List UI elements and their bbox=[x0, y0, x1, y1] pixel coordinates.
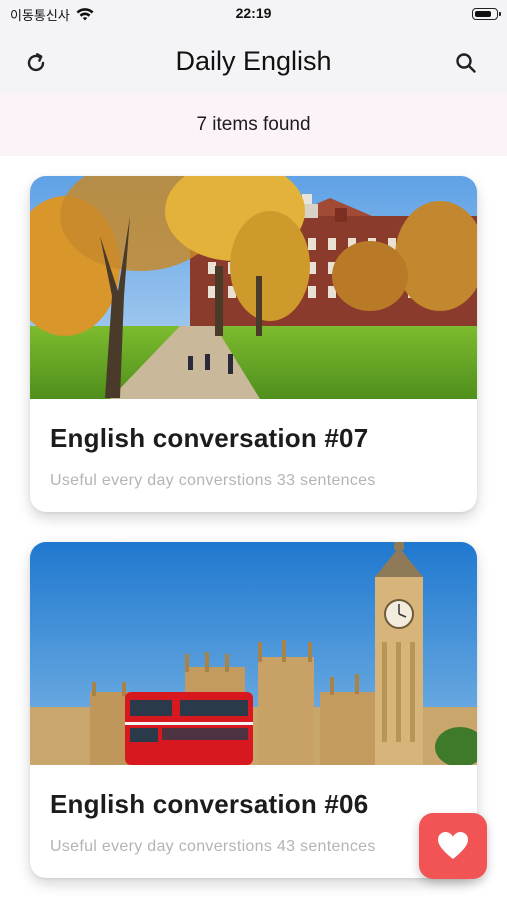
card-image-campus bbox=[30, 176, 477, 399]
results-count: 7 items found bbox=[196, 114, 311, 135]
status-time: 22:19 bbox=[235, 5, 272, 21]
battery-icon bbox=[472, 8, 501, 20]
status-bar: 이동통신사 22:19 bbox=[0, 0, 507, 30]
heart-icon bbox=[438, 832, 468, 859]
search-button[interactable] bbox=[451, 48, 481, 78]
lesson-card[interactable]: English conversation #07 Useful every da… bbox=[30, 176, 477, 512]
card-image-london bbox=[30, 542, 477, 765]
card-title: English conversation #07 bbox=[50, 423, 369, 453]
results-bar: 7 items found bbox=[0, 94, 507, 156]
search-icon bbox=[456, 53, 476, 73]
card-subtitle: Useful every day converstions 43 sentenc… bbox=[50, 838, 376, 855]
lesson-card[interactable]: English conversation #06 Useful every da… bbox=[30, 542, 477, 878]
card-subtitle: Useful every day converstions 33 sentenc… bbox=[50, 472, 376, 489]
favorites-button[interactable] bbox=[419, 813, 487, 879]
page-title: Daily English bbox=[175, 46, 332, 76]
navigation-bar: Daily English bbox=[0, 30, 507, 94]
card-title: English conversation #06 bbox=[50, 789, 369, 819]
